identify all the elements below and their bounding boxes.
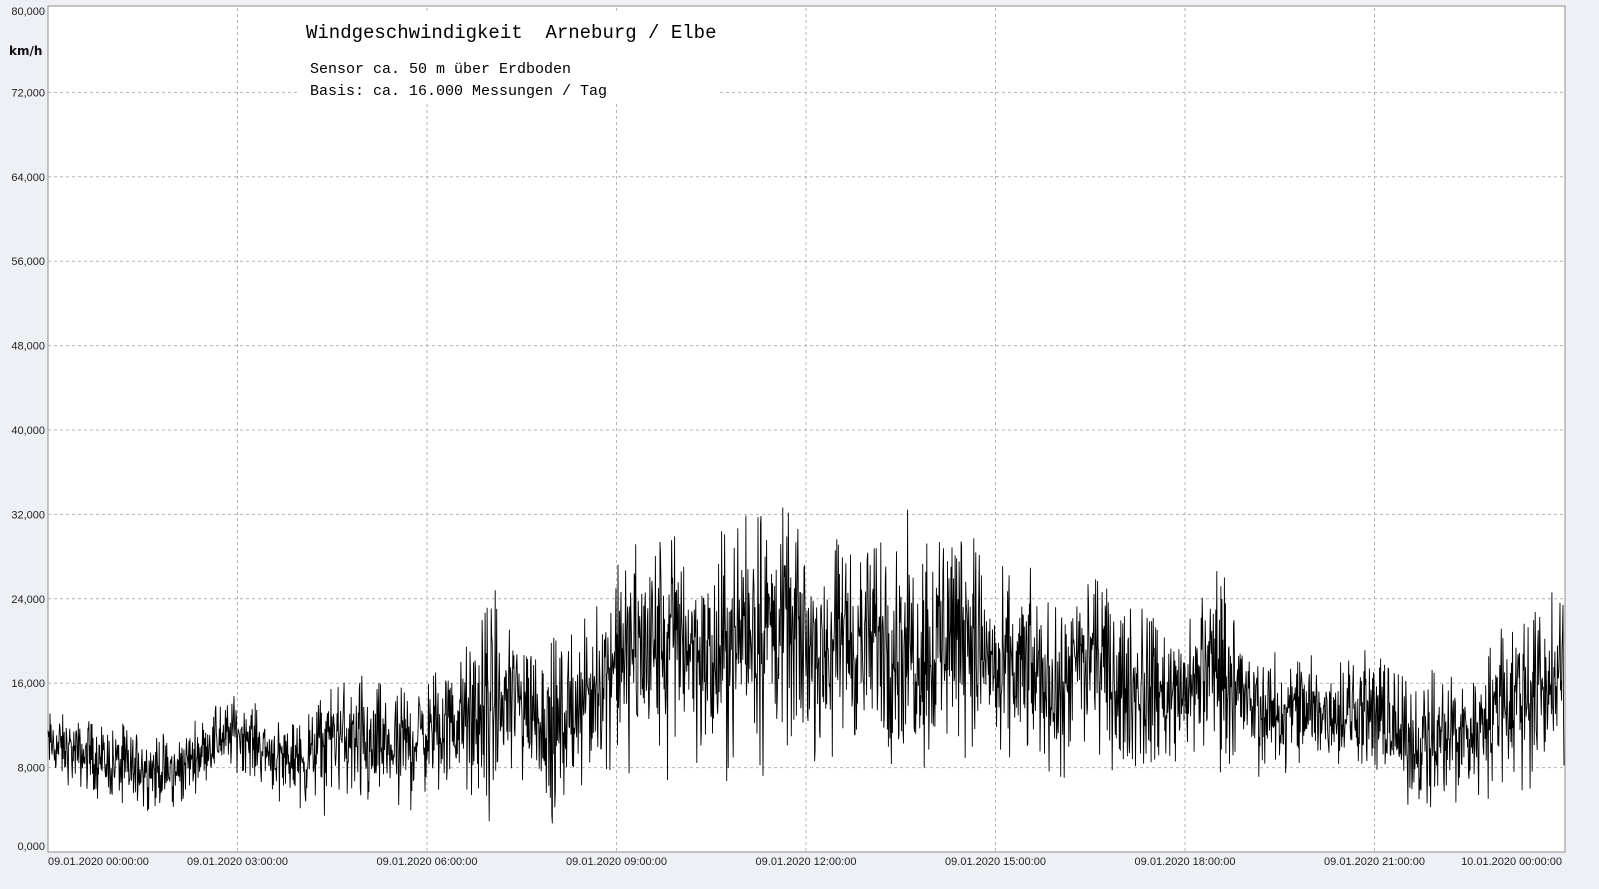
x-tick-label: 10.01.2020 00:00:00 (1461, 856, 1562, 868)
wind-speed-chart: 0,000 8,000 16,000 24,000 32,000 40,000 48,000… (0, 0, 1599, 889)
chart-subtitle-sensor: Sensor ca. 50 m über Erdboden (310, 61, 571, 78)
y-tick-label: 56,000 (11, 256, 45, 268)
x-tick-label: 09.01.2020 18:00:00 (1135, 856, 1236, 868)
y-tick-label: 8,000 (17, 763, 45, 775)
y-tick-label: 16,000 (11, 678, 45, 690)
y-tick-label: 32,000 (11, 509, 45, 521)
y-axis-unit-label: km/h (9, 44, 42, 58)
y-tick-label: 0,000 (17, 841, 45, 853)
x-tick-label: 09.01.2020 00:00:00 (48, 856, 149, 868)
y-tick-label: 48,000 (11, 341, 45, 353)
y-tick-label: 24,000 (11, 594, 45, 606)
y-tick-label: 40,000 (11, 425, 45, 437)
x-tick-label: 09.01.2020 09:00:00 (566, 856, 667, 868)
x-tick-label: 09.01.2020 21:00:00 (1324, 856, 1425, 868)
y-tick-label: 80,000 (11, 6, 45, 18)
chart-subtitle-basis: Basis: ca. 16.000 Messungen / Tag (310, 83, 607, 100)
x-tick-label: 09.01.2020 12:00:00 (756, 856, 857, 868)
chart-title: Windgeschwindigkeit Arneburg / Elbe (306, 22, 716, 44)
x-tick-label: 09.01.2020 15:00:00 (945, 856, 1046, 868)
x-tick-label: 09.01.2020 03:00:00 (187, 856, 288, 868)
x-axis-ticks: 09.01.2020 00:00:00 09.01.2020 03:00:00 09… (48, 856, 1562, 868)
y-tick-label: 72,000 (11, 87, 45, 99)
y-tick-label: 64,000 (11, 172, 45, 184)
x-tick-label: 09.01.2020 06:00:00 (377, 856, 478, 868)
